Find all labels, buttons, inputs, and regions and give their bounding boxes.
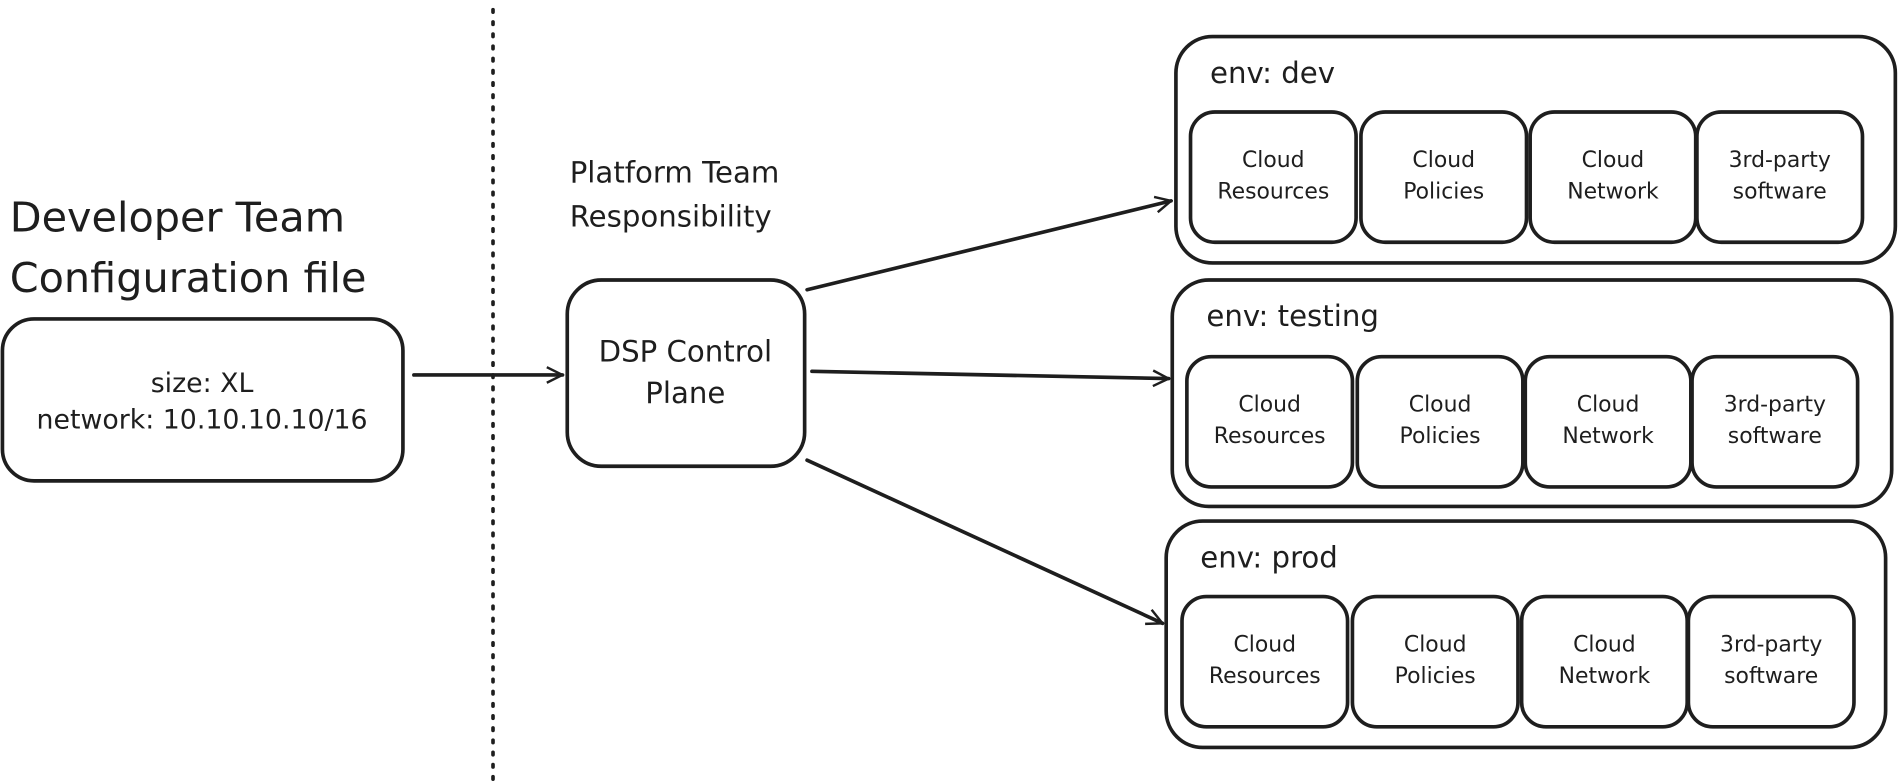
component-box: Cloud Policies [1359,110,1529,245]
config-file-box: size: XL network: 10.10.10.10/16 [0,317,405,483]
env-dev-box: env: devCloudResourcesCloudPoliciesCloud… [1174,34,1898,265]
component-label: Cloud [1412,148,1475,173]
component-box: 3rd-party software [1686,594,1856,729]
component-label: Cloud [1409,392,1472,417]
control-plane-line1: DSP Control [599,335,772,369]
component-label: Cloud [1242,148,1305,173]
component-label: Policies [1403,179,1484,204]
env-testing-box: env: testingCloudResourcesCloudPoliciesC… [1170,278,1894,509]
component-label: Cloud [1573,632,1636,657]
env-prod-box: env: prodCloudResourcesCloudPoliciesClou… [1164,519,1888,750]
developer-title-line1: Developer Team [10,193,345,241]
config-network: network: 10.10.10.10/16 [37,405,368,436]
component-box: 3rd-party software [1695,110,1865,245]
component-label: 3rd-party [1724,392,1826,417]
component-label: Cloud [1577,392,1640,417]
platform-title-line1: Platform Team [570,156,780,190]
arrow-to-testing [810,371,1169,378]
component-box: Cloud Network [1528,110,1698,245]
architecture-diagram: Developer Team Configuration file size: … [0,7,1898,781]
component-label: Policies [1395,664,1476,689]
dsp-control-plane-box: DSP Control Plane [565,278,807,469]
component-label: Resources [1209,664,1321,689]
component-box: Cloud Resources [1180,594,1350,729]
arrow-to-prod [805,458,1162,626]
component-box: 3rd-party software [1690,354,1860,489]
component-box: Cloud Resources [1185,354,1355,489]
component-box: Cloud Network [1523,354,1693,489]
component-label: software [1724,664,1818,689]
component-label: Policies [1400,424,1481,449]
component-label: Cloud [1238,392,1301,417]
component-box: Cloud Policies [1355,354,1525,489]
control-plane-line2: Plane [645,376,725,410]
component-label: software [1733,179,1827,204]
env-label: env: dev [1210,56,1335,90]
arrow-to-dev [805,201,1171,292]
component-label: 3rd-party [1729,148,1831,173]
env-label: env: prod [1200,540,1338,574]
component-label: software [1728,424,1822,449]
component-label: Network [1559,664,1651,689]
component-box: Cloud Resources [1188,110,1358,245]
component-label: Resources [1214,424,1326,449]
env-label: env: testing [1206,299,1379,333]
component-box: Cloud Network [1519,594,1690,729]
component-label: Cloud [1582,148,1645,173]
platform-title-line2: Responsibility [570,199,772,233]
component-label: Network [1562,424,1654,449]
component-label: 3rd-party [1720,632,1822,657]
component-label: Network [1567,179,1659,204]
component-label: Resources [1217,179,1329,204]
component-box: Cloud Policies [1350,594,1520,729]
developer-title-line2: Configuration file [10,254,367,302]
component-label: Cloud [1233,632,1296,657]
component-label: Cloud [1404,632,1467,657]
config-size: size: XL [151,368,254,399]
